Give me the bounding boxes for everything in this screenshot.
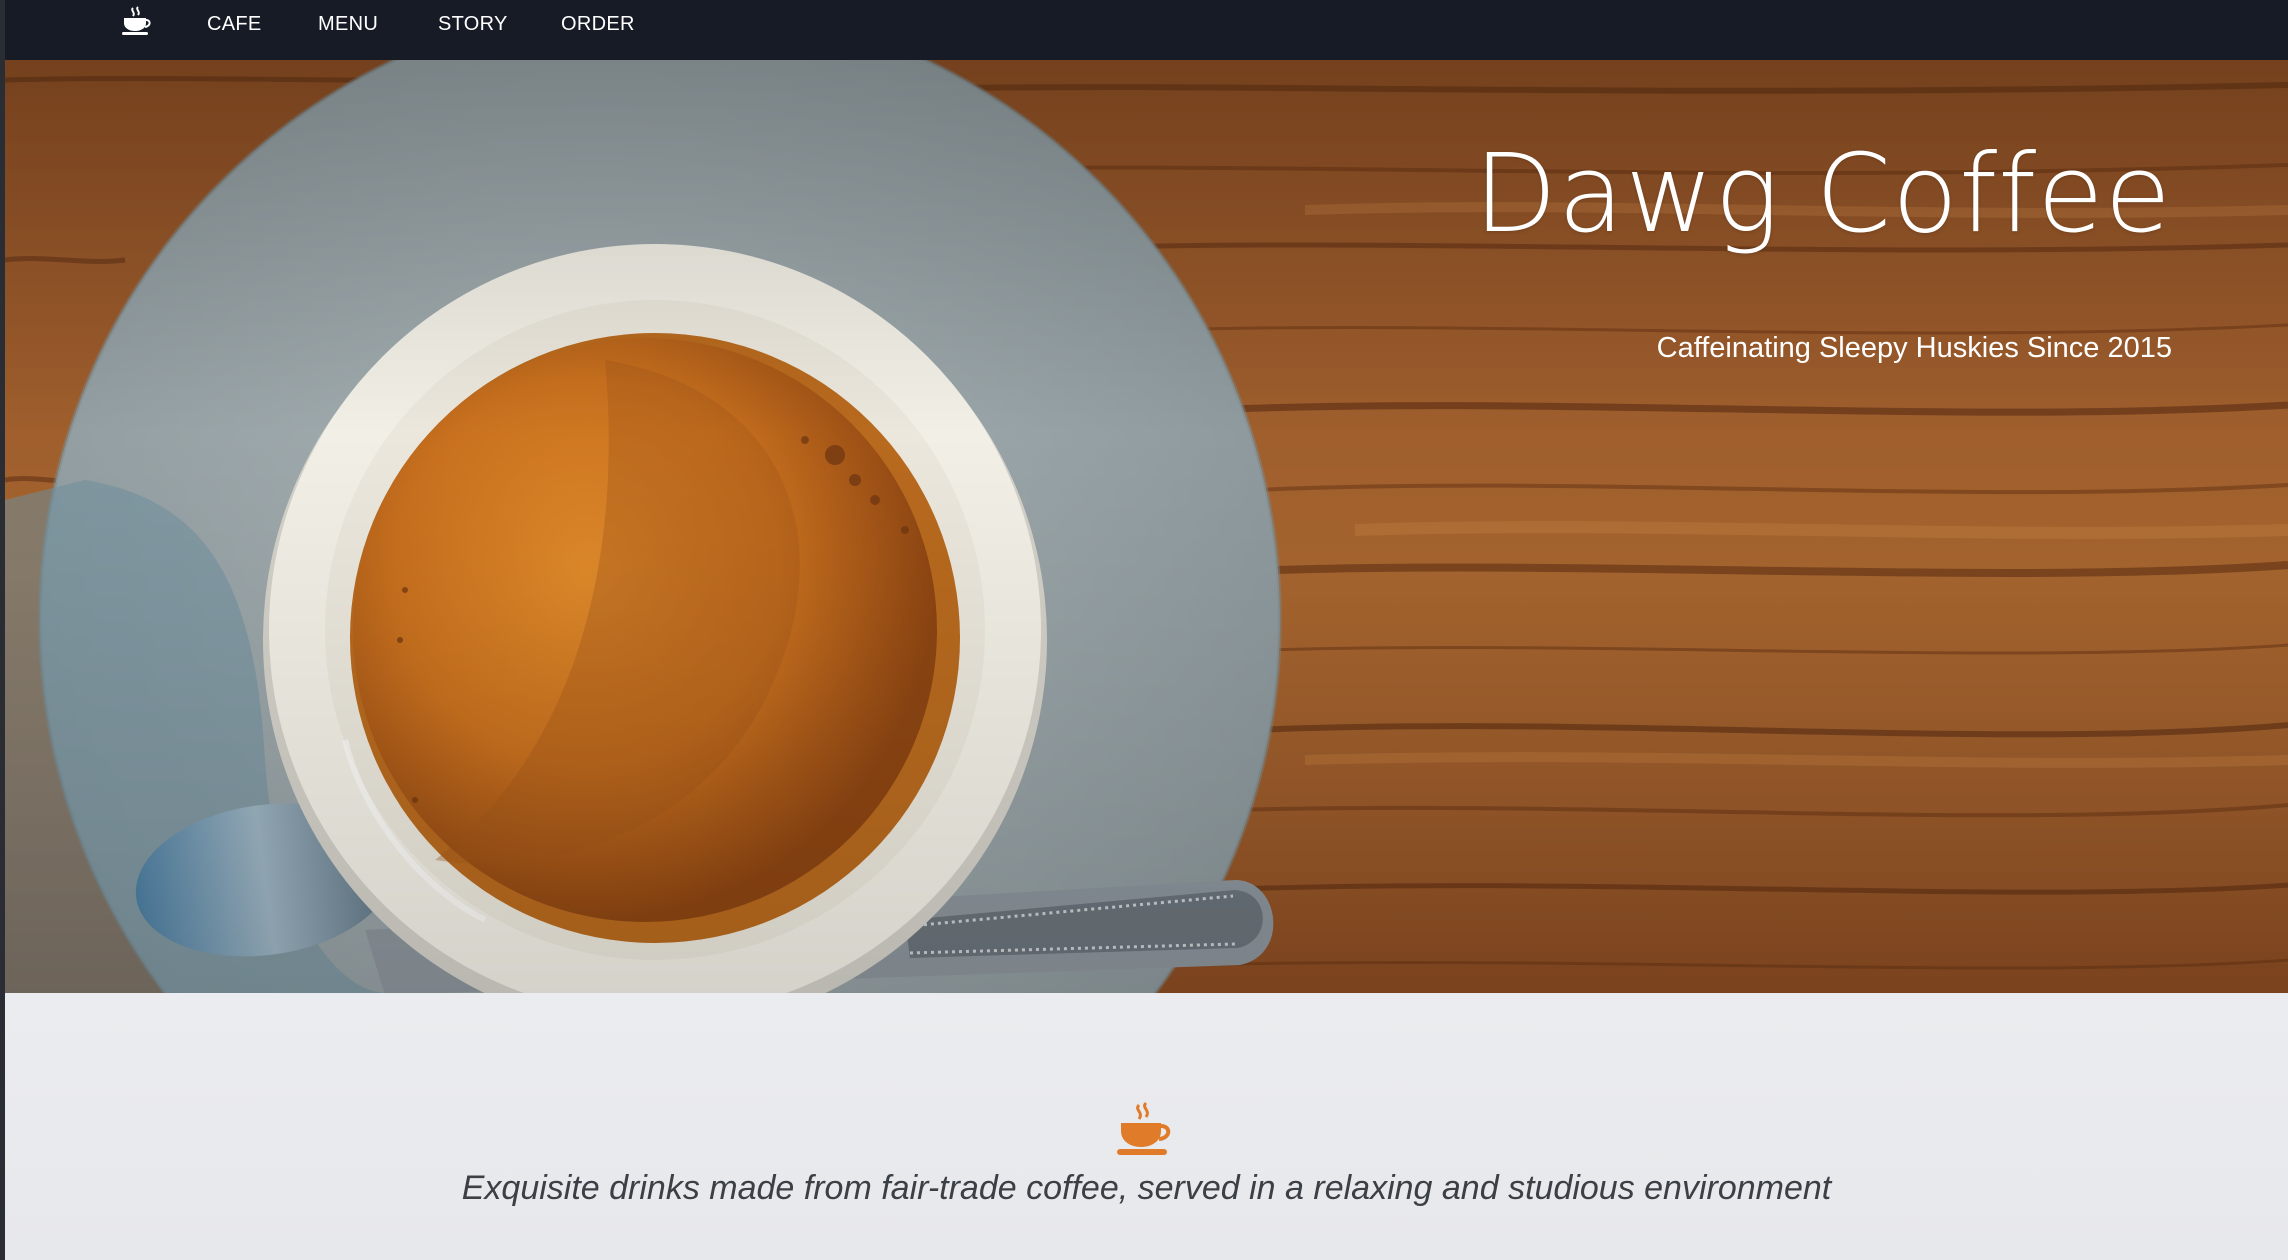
nav-link-order[interactable]: ORDER (561, 13, 635, 36)
nav-link-story[interactable]: STORY (438, 13, 508, 36)
coffee-cup-icon (1117, 1101, 1171, 1155)
nav-link-menu[interactable]: MENU (318, 13, 378, 36)
nav-link-cafe[interactable]: CAFE (207, 13, 262, 36)
coffee-cup-icon[interactable] (119, 6, 153, 36)
top-navbar: CAFE MENU STORY ORDER (5, 0, 2288, 60)
about-section: Exquisite drinks made from fair-trade co… (5, 993, 2288, 1260)
hero-banner: Dawg Coffee Caffeinating Sleepy Huskies … (5, 60, 2288, 993)
hero-title: Dawg Coffee (1473, 132, 2172, 257)
hero-subtitle: Caffeinating Sleepy Huskies Since 2015 (1656, 332, 2172, 364)
tagline-text: Exquisite drinks made from fair-trade co… (461, 1169, 1832, 1207)
